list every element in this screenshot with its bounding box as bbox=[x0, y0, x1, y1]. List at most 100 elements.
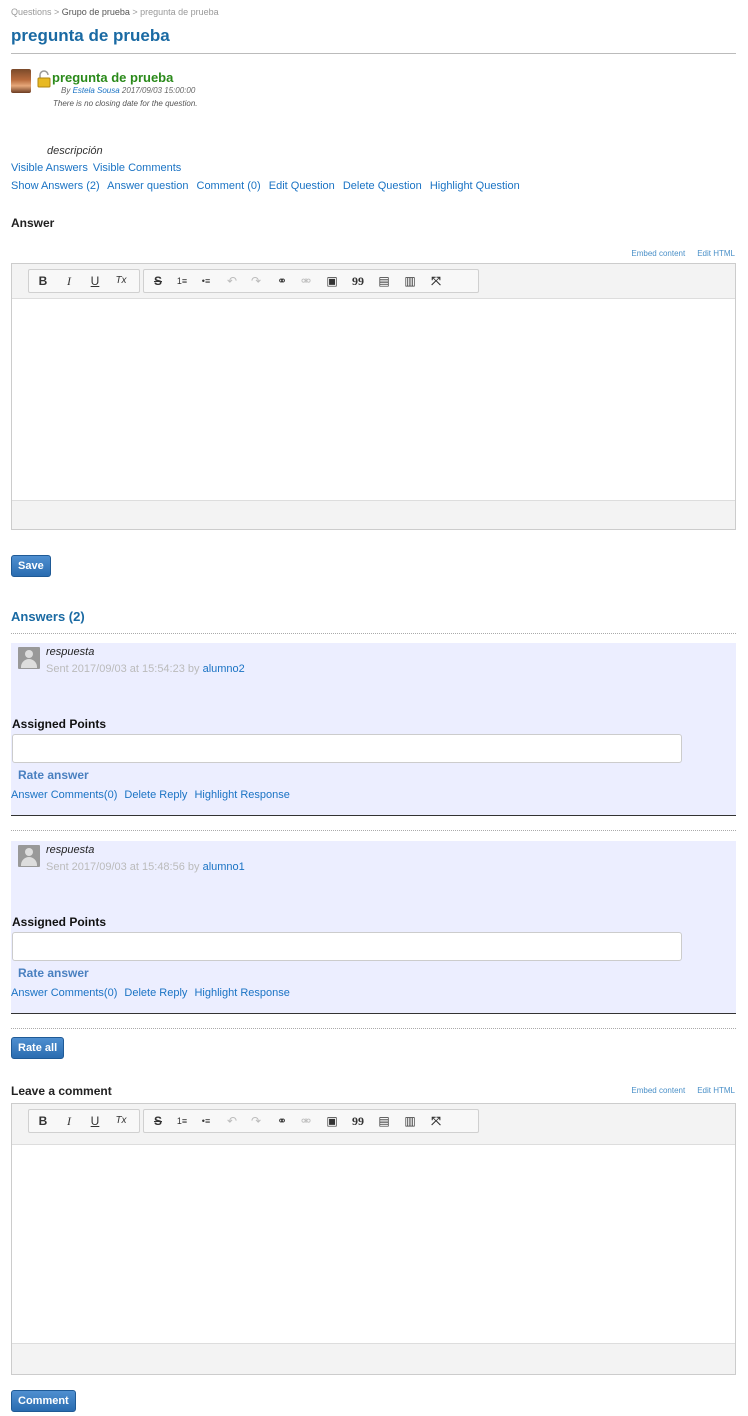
maximize-icon[interactable]: ⤧ bbox=[428, 1113, 444, 1129]
embed-content-link[interactable]: Embed content bbox=[631, 249, 685, 258]
assigned-points-input[interactable] bbox=[12, 932, 682, 961]
breadcrumb-current: pregunta de prueba bbox=[140, 7, 219, 17]
undo-icon[interactable]: ↶ bbox=[224, 273, 240, 289]
answer-divider bbox=[11, 830, 736, 831]
answer-comments-link[interactable]: Answer Comments(0) bbox=[11, 789, 117, 801]
question-meta: By Estela Sousa 2017/09/03 15:00:00 bbox=[61, 86, 195, 95]
assigned-points-label: Assigned Points bbox=[12, 717, 107, 731]
editor-mode-links: Embed content Edit HTML bbox=[619, 1086, 735, 1095]
bold-button[interactable]: B bbox=[35, 1113, 51, 1129]
redo-icon[interactable]: ↷ bbox=[248, 1113, 264, 1129]
italic-button[interactable]: I bbox=[61, 1113, 77, 1129]
rate-all-button[interactable]: Rate all bbox=[11, 1037, 65, 1059]
toolbar-group-format: B I U Tx bbox=[28, 1109, 140, 1133]
breadcrumb-questions[interactable]: Questions bbox=[11, 7, 52, 17]
rate-answer-link[interactable]: Rate answer bbox=[18, 768, 89, 782]
delete-question-link[interactable]: Delete Question bbox=[343, 180, 422, 192]
italic-button[interactable]: I bbox=[61, 273, 77, 289]
page-title: pregunta de prueba bbox=[11, 26, 170, 45]
editor-mode-links: Embed content Edit HTML bbox=[619, 249, 735, 258]
comment-editor-body[interactable] bbox=[12, 1145, 735, 1343]
question-date: 2017/09/03 15:00:00 bbox=[119, 86, 196, 95]
maximize-icon[interactable]: ⤧ bbox=[428, 273, 444, 289]
editor-toolbar: B I U Tx S 1≡ •≡ ↶ ↷ ⚭ ⚮ ▣ 99 ▤ ▥ ⤧ bbox=[12, 1104, 735, 1145]
visible-comments-link[interactable]: Visible Comments bbox=[93, 162, 181, 174]
answer-comments-link[interactable]: Answer Comments(0) bbox=[11, 987, 117, 999]
by-label: By bbox=[61, 86, 73, 95]
answers-heading: Answers (2) bbox=[11, 609, 85, 624]
underline-button[interactable]: U bbox=[87, 1113, 103, 1129]
link-icon[interactable]: ⚭ bbox=[274, 1113, 290, 1129]
answer-meta: Sent 2017/09/03 at 15:54:23 by alumno2 bbox=[46, 663, 245, 675]
delete-reply-link[interactable]: Delete Reply bbox=[124, 987, 187, 999]
link-icon[interactable]: ⚭ bbox=[274, 273, 290, 289]
assigned-points-input[interactable] bbox=[12, 734, 682, 763]
answer-section-label: Answer bbox=[11, 216, 55, 230]
underline-button[interactable]: U bbox=[87, 273, 103, 289]
remove-format-button[interactable]: Tx bbox=[113, 1113, 129, 1129]
comment-section-label: Leave a comment bbox=[11, 1084, 112, 1098]
save-button[interactable]: Save bbox=[11, 555, 51, 577]
highlight-question-link[interactable]: Highlight Question bbox=[430, 180, 520, 192]
comment-editor: B I U Tx S 1≡ •≡ ↶ ↷ ⚭ ⚮ ▣ 99 ▤ ▥ ⤧ bbox=[11, 1103, 736, 1375]
editor-status-bar bbox=[12, 500, 735, 529]
bold-button[interactable]: B bbox=[35, 273, 51, 289]
paste-word-icon[interactable]: ▥ bbox=[402, 1113, 418, 1129]
edit-question-link[interactable]: Edit Question bbox=[269, 180, 335, 192]
ordered-list-icon[interactable]: 1≡ bbox=[174, 273, 190, 289]
user-avatar-icon bbox=[18, 845, 40, 867]
answer-actions: Answer Comments(0) Delete Reply Highligh… bbox=[11, 987, 294, 999]
question-description: descripción bbox=[47, 145, 103, 157]
answer-actions: Answer Comments(0) Delete Reply Highligh… bbox=[11, 789, 294, 801]
comment-link[interactable]: Comment (0) bbox=[197, 180, 261, 192]
undo-icon[interactable]: ↶ bbox=[224, 1113, 240, 1129]
show-answers-link[interactable]: Show Answers (2) bbox=[11, 180, 100, 192]
remove-format-button[interactable]: Tx bbox=[113, 273, 129, 289]
answer-question-link[interactable]: Answer question bbox=[107, 180, 188, 192]
strike-button[interactable]: S bbox=[150, 1113, 166, 1129]
answer-meta: Sent 2017/09/03 at 15:48:56 by alumno1 bbox=[46, 861, 245, 873]
answer-editor-body[interactable] bbox=[12, 299, 735, 500]
paste-icon[interactable]: ▤ bbox=[376, 1113, 392, 1129]
paste-word-icon[interactable]: ▥ bbox=[402, 273, 418, 289]
breadcrumb-group[interactable]: Grupo de prueba bbox=[62, 7, 130, 17]
question-title: pregunta de prueba bbox=[52, 70, 174, 85]
comment-button[interactable]: Comment bbox=[11, 1390, 76, 1412]
quote-icon[interactable]: 99 bbox=[350, 1113, 366, 1129]
unlink-icon[interactable]: ⚮ bbox=[298, 1113, 314, 1129]
author-link[interactable]: Estela Sousa bbox=[73, 86, 120, 95]
rate-answer-link[interactable]: Rate answer bbox=[18, 966, 89, 980]
breadcrumb-separator: > bbox=[129, 7, 141, 17]
redo-icon[interactable]: ↷ bbox=[248, 273, 264, 289]
embed-content-link[interactable]: Embed content bbox=[631, 1086, 685, 1095]
answer-text: respuesta bbox=[46, 646, 95, 658]
bullet-list-icon[interactable]: •≡ bbox=[198, 273, 214, 289]
toolbar-group-tools: S 1≡ •≡ ↶ ↷ ⚭ ⚮ ▣ 99 ▤ ▥ ⤧ bbox=[143, 269, 479, 293]
unlink-icon[interactable]: ⚮ bbox=[298, 273, 314, 289]
edit-html-link[interactable]: Edit HTML bbox=[697, 249, 735, 258]
edit-html-link[interactable]: Edit HTML bbox=[697, 1086, 735, 1095]
paste-icon[interactable]: ▤ bbox=[376, 273, 392, 289]
breadcrumb: Questions > Grupo de prueba > pregunta d… bbox=[11, 7, 219, 17]
answer-user-link[interactable]: alumno2 bbox=[203, 663, 245, 675]
highlight-response-link[interactable]: Highlight Response bbox=[194, 789, 289, 801]
title-divider bbox=[11, 53, 736, 54]
answer-sent-info: Sent 2017/09/03 at 15:48:56 by bbox=[46, 861, 203, 873]
closing-date-note: There is no closing date for the questio… bbox=[53, 99, 198, 108]
strike-button[interactable]: S bbox=[150, 273, 166, 289]
image-icon[interactable]: ▣ bbox=[324, 273, 340, 289]
toolbar-group-tools: S 1≡ •≡ ↶ ↷ ⚭ ⚮ ▣ 99 ▤ ▥ ⤧ bbox=[143, 1109, 479, 1133]
image-icon[interactable]: ▣ bbox=[324, 1113, 340, 1129]
toolbar-group-format: B I U Tx bbox=[28, 269, 140, 293]
assigned-points-label: Assigned Points bbox=[12, 915, 107, 929]
answer-user-link[interactable]: alumno1 bbox=[203, 861, 245, 873]
answer-sent-info: Sent 2017/09/03 at 15:54:23 by bbox=[46, 663, 203, 675]
bullet-list-icon[interactable]: •≡ bbox=[198, 1113, 214, 1129]
delete-reply-link[interactable]: Delete Reply bbox=[124, 789, 187, 801]
ordered-list-icon[interactable]: 1≡ bbox=[174, 1113, 190, 1129]
highlight-response-link[interactable]: Highlight Response bbox=[194, 987, 289, 999]
lock-icon bbox=[37, 70, 51, 88]
visible-answers-link[interactable]: Visible Answers bbox=[11, 162, 88, 174]
breadcrumb-separator: > bbox=[51, 7, 62, 17]
quote-icon[interactable]: 99 bbox=[350, 273, 366, 289]
